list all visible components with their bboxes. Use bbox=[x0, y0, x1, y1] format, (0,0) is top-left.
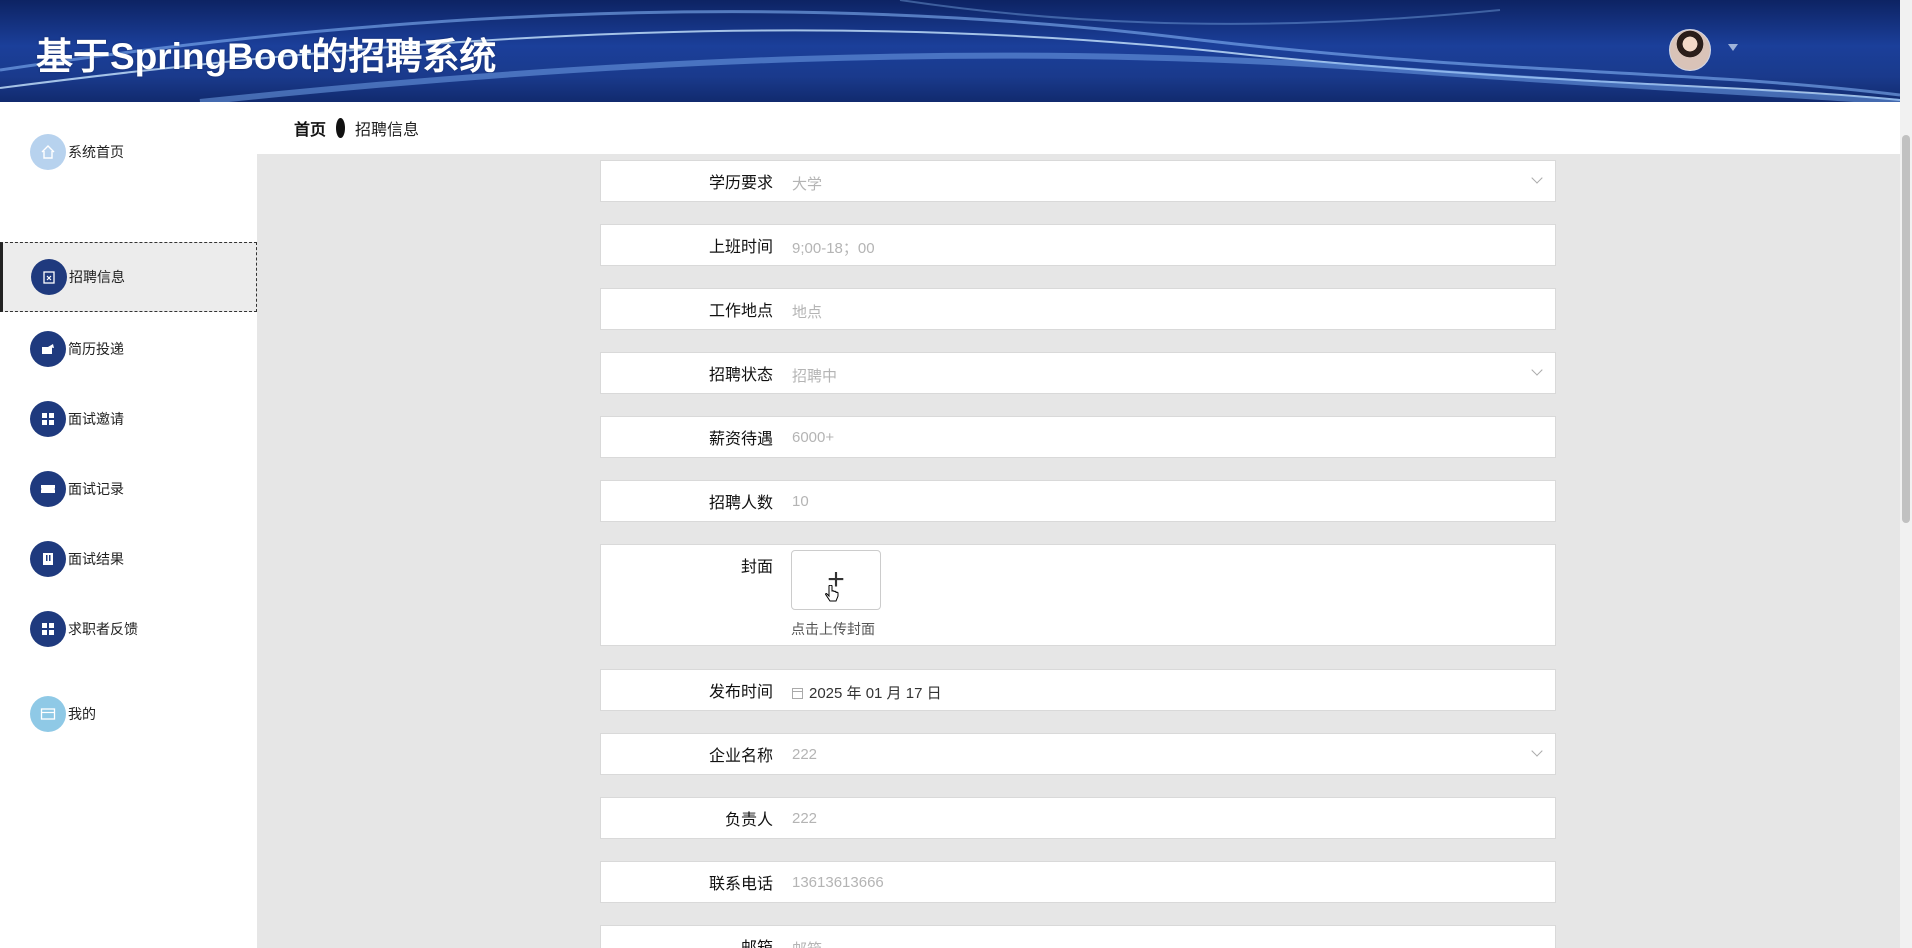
form-row-salary: 薪资待遇 6000+ bbox=[600, 416, 1556, 458]
sidebar-item-label: 招聘信息 bbox=[69, 269, 125, 285]
form-row-cover: 封面 + 点击上传封面 bbox=[600, 544, 1556, 646]
sidebar-item-resume-submit[interactable]: 简历投递 bbox=[0, 314, 257, 384]
company-select[interactable]: 222 bbox=[792, 746, 817, 763]
book-icon bbox=[30, 541, 66, 577]
breadcrumb-current: 招聘信息 bbox=[355, 122, 420, 139]
publish-date-picker[interactable]: 2025 年 01 月 17 日 bbox=[792, 682, 942, 703]
card-icon bbox=[30, 696, 66, 732]
field-label: 邮箱 bbox=[601, 934, 773, 948]
form-row-work-time: 上班时间 9;00-18；00 bbox=[600, 224, 1556, 266]
scrollbar-thumb[interactable] bbox=[1902, 135, 1910, 523]
breadcrumb-separator-icon bbox=[336, 118, 346, 138]
sidebar-item-label: 面试记录 bbox=[68, 481, 124, 497]
sidebar-item-label: 面试邀请 bbox=[68, 411, 124, 427]
page-scrollbar[interactable] bbox=[1900, 0, 1912, 948]
field-label: 发布时间 bbox=[708, 684, 773, 701]
form-row-manager: 负责人 222 bbox=[600, 797, 1556, 839]
field-label: 封面 bbox=[740, 559, 773, 576]
manager-input[interactable]: 222 bbox=[792, 810, 817, 827]
field-label: 企业名称 bbox=[708, 748, 773, 765]
salary-input[interactable]: 6000+ bbox=[792, 429, 834, 446]
sidebar-item-home[interactable]: 系统首页 bbox=[0, 117, 257, 187]
form-row-company: 企业名称 222 bbox=[600, 733, 1556, 775]
ticket-icon bbox=[30, 471, 66, 507]
sidebar-item-label: 简历投递 bbox=[68, 341, 124, 357]
sidebar-item-seeker-feedback[interactable]: 求职者反馈 bbox=[0, 594, 257, 664]
field-label: 薪资待遇 bbox=[708, 431, 773, 448]
field-label: 招聘状态 bbox=[708, 367, 773, 384]
home-icon bbox=[30, 134, 66, 170]
email-input[interactable]: 邮箱 bbox=[792, 938, 822, 948]
top-header: 基于SpringBoot的招聘系统 bbox=[0, 0, 1900, 102]
form-row-publish-date: 发布时间 2025 年 01 月 17 日 bbox=[600, 669, 1556, 711]
field-label: 工作地点 bbox=[708, 303, 773, 320]
sidebar-item-mine[interactable]: 我的 bbox=[0, 679, 257, 749]
breadcrumb: 首页 招聘信息 bbox=[257, 102, 1900, 154]
chevron-down-icon[interactable] bbox=[1531, 745, 1543, 757]
caret-down-icon[interactable] bbox=[1728, 44, 1738, 51]
field-label: 上班时间 bbox=[708, 239, 773, 256]
hand-cursor-icon bbox=[825, 585, 839, 602]
chevron-down-icon[interactable] bbox=[1531, 364, 1543, 376]
publish-date-value: 2025 年 01 月 17 日 bbox=[809, 685, 942, 702]
sidebar-item-interview-invite[interactable]: 面试邀请 bbox=[0, 384, 257, 454]
sidebar-item-label: 我的 bbox=[68, 706, 96, 722]
headcount-input[interactable]: 10 bbox=[792, 493, 809, 510]
education-select[interactable]: 大学 bbox=[792, 173, 822, 194]
form-row-education: 学历要求 大学 bbox=[600, 160, 1556, 202]
breadcrumb-home[interactable]: 首页 bbox=[294, 116, 326, 140]
grid-icon bbox=[30, 611, 66, 647]
app-title: 基于SpringBoot的招聘系统 bbox=[36, 36, 497, 77]
field-label: 联系电话 bbox=[708, 876, 773, 893]
work-time-input[interactable]: 9;00-18；00 bbox=[792, 237, 875, 258]
form-row-phone: 联系电话 13613613666 bbox=[600, 861, 1556, 903]
field-label: 招聘人数 bbox=[708, 495, 773, 512]
form-row-location: 工作地点 地点 bbox=[600, 288, 1556, 330]
grid-icon bbox=[30, 401, 66, 437]
calendar-icon bbox=[792, 688, 803, 699]
chevron-down-icon[interactable] bbox=[1531, 172, 1543, 184]
user-avatar[interactable] bbox=[1669, 29, 1711, 71]
sidebar-item-label: 面试结果 bbox=[68, 551, 124, 567]
sidebar-item-recruit-info[interactable]: 招聘信息 bbox=[0, 242, 257, 312]
sidebar-item-interview-result[interactable]: 面试结果 bbox=[0, 524, 257, 594]
clipboard-icon bbox=[31, 259, 67, 295]
cover-upload-tip: 点击上传封面 bbox=[791, 621, 875, 637]
sidebar: 系统首页 招聘信息 简历投递 面试邀请 面试记录 面试结果 求职者反馈 我的 bbox=[0, 102, 257, 948]
phone-input[interactable]: 13613613666 bbox=[792, 874, 884, 891]
form-row-headcount: 招聘人数 10 bbox=[600, 480, 1556, 522]
location-input[interactable]: 地点 bbox=[792, 301, 822, 322]
status-select[interactable]: 招聘中 bbox=[792, 365, 837, 386]
form-row-status: 招聘状态 招聘中 bbox=[600, 352, 1556, 394]
sidebar-item-label: 求职者反馈 bbox=[68, 621, 138, 637]
send-icon bbox=[30, 331, 66, 367]
form-row-email: 邮箱 邮箱 bbox=[600, 925, 1556, 948]
field-label: 负责人 bbox=[724, 812, 773, 829]
sidebar-item-label: 系统首页 bbox=[68, 144, 124, 160]
sidebar-item-interview-record[interactable]: 面试记录 bbox=[0, 454, 257, 524]
field-label: 学历要求 bbox=[708, 175, 773, 192]
